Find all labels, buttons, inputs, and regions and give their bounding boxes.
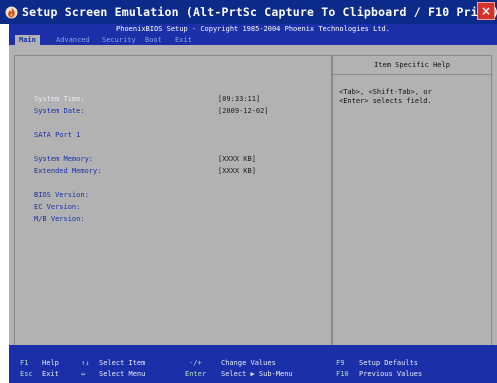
sata-port-1-item[interactable]: SATA Port 1 (34, 131, 80, 140)
menu-exit[interactable]: Exit (171, 35, 196, 45)
bios-screen: PhoenixBIOS Setup - Copyright 1985-2004 … (9, 24, 497, 383)
previous-values-desc: Previous Values (359, 370, 423, 378)
system-date-label: System Date: (34, 107, 85, 115)
extended-memory-label: Extended Memory: (34, 167, 102, 175)
bios-header: PhoenixBIOS Setup - Copyright 1985-2004 … (9, 24, 497, 35)
window-title: Setup Screen Emulation (Alt-PrtSc Captur… (22, 5, 497, 19)
f9-key: F9 (336, 359, 345, 367)
system-memory-label: System Memory: (34, 155, 94, 163)
main-settings-panel: System Time: [09:33:11] System Date: [20… (14, 55, 332, 360)
system-time-label: System Time: (34, 95, 85, 103)
setup-screen-window: Setup Screen Emulation (Alt-PrtSc Captur… (0, 0, 497, 383)
menu-security[interactable]: Security (98, 35, 140, 45)
system-memory-value: [XXXX KB] (218, 155, 256, 163)
item-help-panel: Item Specific Help <Tab>, <Shift-Tab>, o… (332, 55, 492, 360)
help-line-1: <Tab>, <Shift-Tab>, or (339, 88, 432, 96)
extended-memory-value: [XXXX KB] (218, 167, 256, 175)
mb-version-label: M/B Version: (34, 215, 85, 223)
help-title: Item Specific Help (333, 56, 491, 75)
title-bar: Setup Screen Emulation (Alt-PrtSc Captur… (0, 0, 497, 24)
esc-key: Esc (20, 370, 33, 378)
ec-version-label: EC Version: (34, 203, 81, 211)
f10-key: F10 (336, 370, 349, 378)
menu-main[interactable]: Main (15, 35, 40, 45)
select-menu-desc: Select Menu (99, 370, 146, 378)
key-legend-footer: F1 Help Esc Exit ↑↓ Select Item ↔ Select… (9, 345, 497, 383)
bios-version-label: BIOS Version: (34, 191, 89, 199)
menu-advanced[interactable]: Advanced (52, 35, 94, 45)
select-item-desc: Select Item (99, 359, 146, 367)
f1-key: F1 (20, 359, 29, 367)
help-text: <Tab>, <Shift-Tab>, or <Enter> selects f… (339, 88, 489, 106)
bios-menu-bar: Main Advanced Security Boot Exit (9, 35, 497, 45)
esc-desc: Exit (42, 370, 59, 378)
phoenix-flame-icon (5, 5, 18, 19)
help-line-2: <Enter> selects field. (339, 97, 432, 105)
menu-boot[interactable]: Boot (141, 35, 166, 45)
f1-desc: Help (42, 359, 59, 367)
system-time-value[interactable]: [09:33:11] (218, 95, 260, 104)
left-right-key: ↔ (81, 370, 86, 378)
change-key: -/+ (189, 359, 202, 367)
close-button[interactable]: × (477, 2, 495, 20)
setup-defaults-desc: Setup Defaults (359, 359, 419, 367)
up-down-key: ↑↓ (81, 359, 90, 367)
system-date-value[interactable]: [2009-12-02] (218, 107, 269, 116)
close-icon: × (480, 4, 492, 18)
change-values-desc: Change Values (221, 359, 276, 367)
select-submenu-desc: Select ▶ Sub-Menu (221, 370, 293, 378)
enter-key: Enter (185, 370, 207, 378)
